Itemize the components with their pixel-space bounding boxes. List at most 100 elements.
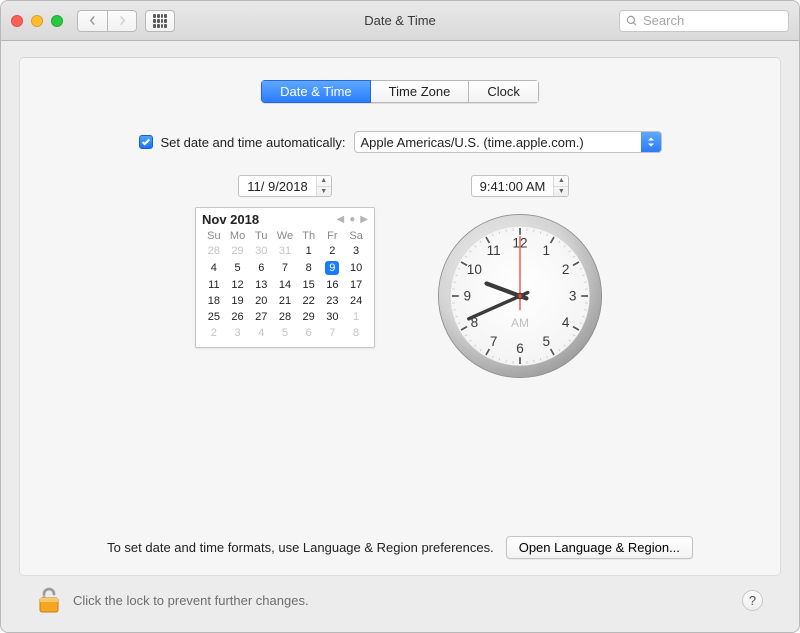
stepper-up-icon[interactable]: ▲ [317,176,331,187]
tab-bar: Date & Time Time Zone Clock [56,80,744,103]
time-column: 9:41:00 AM ▲ ▼ [435,175,605,381]
footer: Click the lock to prevent further change… [19,576,781,624]
date-column: 11/ 9/2018 ▲ ▼ Nov 2018 ◀ ● ▶ [195,175,375,381]
lock-icon[interactable] [37,586,61,614]
calendar-day[interactable]: 3 [344,243,368,259]
back-button[interactable] [77,10,107,32]
stepper-down-icon[interactable]: ▼ [554,187,568,197]
time-stepper[interactable]: ▲ ▼ [553,176,568,196]
calendar-prev-icon[interactable]: ◀ [337,214,345,225]
svg-text:2: 2 [562,262,570,277]
calendar-day[interactable]: 4 [202,259,226,277]
time-server-select[interactable]: Apple Americas/U.S. (time.apple.com.) [354,131,662,153]
help-button[interactable]: ? [742,590,763,611]
calendar-weekday: Tu [249,229,273,243]
stepper-down-icon[interactable]: ▼ [317,187,331,197]
zoom-window-button[interactable] [51,15,63,27]
calendar-day[interactable]: 14 [273,277,297,293]
chevron-down-icon [641,132,661,152]
check-icon [141,137,151,147]
calendar-day[interactable]: 23 [321,293,345,309]
svg-text:1: 1 [543,243,551,258]
calendar-next-icon[interactable]: ▶ [360,214,368,225]
calendar-weekday: Fr [321,229,345,243]
calendar-day[interactable]: 5 [226,259,250,277]
calendar-day[interactable]: 31 [273,243,297,259]
date-field[interactable]: 11/ 9/2018 ▲ ▼ [238,175,331,197]
nav-back-forward [77,10,137,32]
calendar-day[interactable]: 12 [226,277,250,293]
stepper-up-icon[interactable]: ▲ [554,176,568,187]
calendar-day[interactable]: 24 [344,293,368,309]
calendar-day[interactable]: 26 [226,309,250,325]
tab-time-zone[interactable]: Time Zone [371,80,470,103]
calendar-day[interactable]: 30 [249,243,273,259]
date-stepper[interactable]: ▲ ▼ [316,176,331,196]
calendar-day[interactable]: 11 [202,277,226,293]
lock-message: Click the lock to prevent further change… [73,593,309,608]
calendar-day[interactable]: 27 [249,309,273,325]
svg-text:10: 10 [467,262,483,277]
window-title: Date & Time [364,13,436,28]
calendar-day[interactable]: 7 [273,259,297,277]
calendar-day[interactable]: 29 [297,309,321,325]
calendar-day[interactable]: 2 [202,325,226,341]
calendar-weekday: Sa [344,229,368,243]
analog-clock: 121234567891011 AM [435,211,605,381]
close-window-button[interactable] [11,15,23,27]
settings-panel: Date & Time Time Zone Clock Set date and… [19,57,781,576]
calendar-day[interactable]: 28 [202,243,226,259]
calendar-day[interactable]: 15 [297,277,321,293]
auto-time-label: Set date and time automatically: [161,135,346,150]
show-all-button[interactable] [145,10,175,32]
calendar-day[interactable]: 3 [226,325,250,341]
content-area: Date & Time Time Zone Clock Set date and… [1,41,799,632]
format-hint-text: To set date and time formats, use Langua… [107,540,494,555]
calendar-day[interactable]: 6 [249,259,273,277]
auto-time-checkbox[interactable] [139,135,153,149]
open-language-region-button[interactable]: Open Language & Region... [506,536,693,559]
calendar[interactable]: Nov 2018 ◀ ● ▶ SuMoTuWeThFrSa 2829303112… [195,207,375,348]
calendar-day[interactable]: 21 [273,293,297,309]
clock-ampm: AM [511,316,529,330]
time-value: 9:41:00 AM [472,176,554,196]
search-input[interactable]: Search [619,10,789,32]
auto-time-row: Set date and time automatically: Apple A… [56,131,744,153]
minimize-window-button[interactable] [31,15,43,27]
tab-date-time[interactable]: Date & Time [261,80,371,103]
calendar-day[interactable]: 5 [273,325,297,341]
calendar-day[interactable]: 7 [321,325,345,341]
calendar-day[interactable]: 1 [297,243,321,259]
calendar-day[interactable]: 17 [344,277,368,293]
calendar-weekday: Su [202,229,226,243]
calendar-day[interactable]: 30 [321,309,345,325]
calendar-weekday: We [273,229,297,243]
calendar-weekday: Mo [226,229,250,243]
calendar-today-icon[interactable]: ● [349,214,355,225]
calendar-day[interactable]: 4 [249,325,273,341]
calendar-day[interactable]: 9 [321,259,345,277]
calendar-day[interactable]: 2 [321,243,345,259]
date-value: 11/ 9/2018 [239,176,315,196]
calendar-month: Nov 2018 [202,212,259,227]
svg-text:11: 11 [487,243,501,258]
titlebar: Date & Time Search [1,1,799,41]
forward-button[interactable] [107,10,137,32]
calendar-day[interactable]: 8 [344,325,368,341]
calendar-day[interactable]: 28 [273,309,297,325]
calendar-day[interactable]: 1 [344,309,368,325]
calendar-day[interactable]: 25 [202,309,226,325]
calendar-day[interactable]: 20 [249,293,273,309]
calendar-day[interactable]: 22 [297,293,321,309]
time-field[interactable]: 9:41:00 AM ▲ ▼ [471,175,570,197]
window-controls [11,15,63,27]
calendar-day[interactable]: 8 [297,259,321,277]
calendar-day[interactable]: 6 [297,325,321,341]
calendar-day[interactable]: 18 [202,293,226,309]
calendar-day[interactable]: 19 [226,293,250,309]
calendar-day[interactable]: 16 [321,277,345,293]
calendar-day[interactable]: 10 [344,259,368,277]
tab-clock[interactable]: Clock [469,80,539,103]
calendar-day[interactable]: 29 [226,243,250,259]
calendar-day[interactable]: 13 [249,277,273,293]
